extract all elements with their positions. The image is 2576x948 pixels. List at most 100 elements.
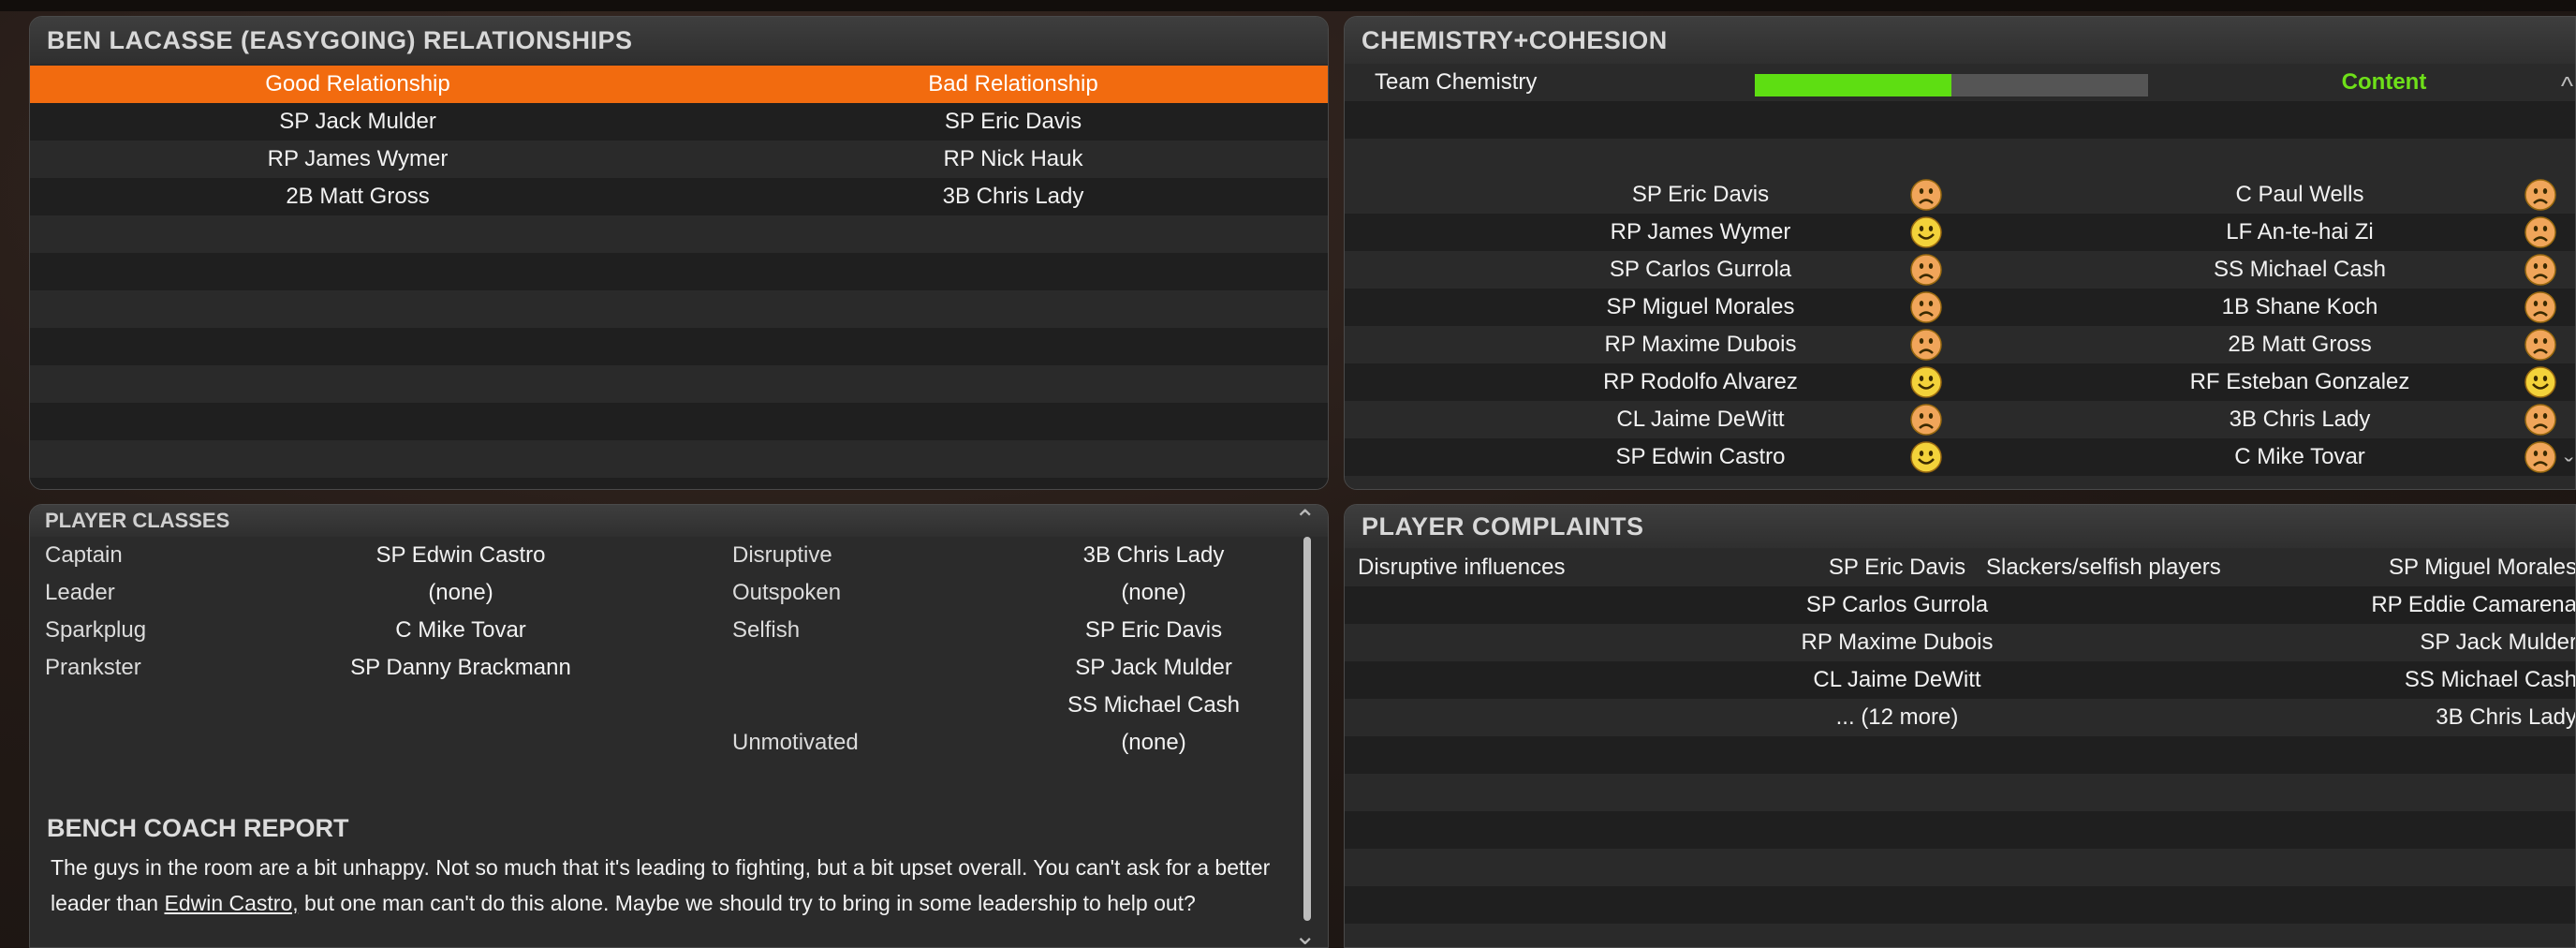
happy-face-icon: [1910, 366, 1942, 398]
bench-coach-report-title: BENCH COACH REPORT: [47, 814, 349, 842]
table-row: [1345, 849, 2575, 886]
table-row: 2B Matt Gross 3B Chris Lady: [30, 178, 1328, 215]
scrollbar-thumb[interactable]: [1303, 537, 1311, 921]
player-class-value[interactable]: SP Danny Brackmann: [273, 649, 648, 687]
table-row: [30, 215, 1328, 253]
chemistry-player-name[interactable]: SP Carlos Gurrola: [1466, 251, 1935, 289]
player-class-label: Leader: [45, 580, 115, 605]
team-chemistry-row: Team Chemistry Content: [1345, 64, 2575, 101]
chemistry-player-name[interactable]: SP Edwin Castro: [1466, 438, 1935, 476]
chemistry-player-name[interactable]: RF Esteban Gonzalez: [2066, 363, 2534, 401]
sad-face-icon: [1910, 291, 1942, 323]
scroll-up-chevron-icon[interactable]: ^: [2561, 73, 2573, 99]
chemistry-player-name[interactable]: 3B Chris Lady: [2066, 401, 2534, 438]
table-row: RP James Wymer LF An-te-hai Zi: [1345, 214, 2575, 251]
chemistry-player-name[interactable]: SP Miguel Morales: [1466, 289, 1935, 326]
slacker-player[interactable]: SP Jack Mulder: [2347, 624, 2575, 661]
player-class-value[interactable]: SS Michael Cash: [966, 687, 1328, 724]
chemistry-player-name[interactable]: RP Maxime Dubois: [1466, 326, 1935, 363]
team-chemistry-bar-fill: [1755, 74, 1951, 96]
disruptive-player[interactable]: CL Jaime DeWitt: [1710, 661, 2084, 699]
chemistry-player-name[interactable]: LF An-te-hai Zi: [2066, 214, 2534, 251]
relationships-header-row: Good Relationship Bad Relationship: [30, 66, 1328, 103]
table-row: [1345, 811, 2575, 849]
chemistry-player-name[interactable]: CL Jaime DeWitt: [1466, 401, 1935, 438]
scroll-down-chevron-icon[interactable]: ⌄: [1294, 923, 1316, 948]
slacker-player[interactable]: 3B Chris Lady: [2347, 699, 2575, 736]
chemistry-player-name[interactable]: C Mike Tovar: [2066, 438, 2534, 476]
team-chemistry-bar: [1755, 74, 2148, 96]
player-class-value[interactable]: 3B Chris Lady: [966, 537, 1328, 574]
bad-relationship-player[interactable]: 3B Chris Lady: [685, 178, 1328, 215]
player-class-value[interactable]: (none): [273, 574, 648, 612]
complaints-table: Disruptive influences Slackers/selfish pl…: [1345, 549, 2575, 947]
player-class-label: Selfish: [732, 617, 801, 643]
player-class-label: Sparkplug: [45, 617, 147, 643]
chemistry-player-name[interactable]: RP Rodolfo Alvarez: [1466, 363, 1935, 401]
player-complaints-panel: PLAYER COMPLAINTS Disruptive influences S…: [1344, 504, 2576, 948]
table-row: RP James Wymer RP Nick Hauk: [30, 141, 1328, 178]
chemistry-player-name[interactable]: 2B Matt Gross: [2066, 326, 2534, 363]
disruptive-player[interactable]: SP Eric Davis: [1710, 549, 2084, 586]
relationships-panel: BEN LACASSE (EASYGOING) RELATIONSHIPS Go…: [29, 16, 1329, 490]
scroll-up-chevron-icon[interactable]: ⌃: [1294, 507, 1316, 533]
slacker-player[interactable]: SS Michael Cash: [2347, 661, 2575, 699]
relationships-table: Good Relationship Bad Relationship SP Ja…: [30, 66, 1328, 489]
chemistry-player-name[interactable]: SP Eric Davis: [1466, 176, 1935, 214]
good-relationship-player[interactable]: SP Jack Mulder: [30, 103, 685, 141]
table-row: CL Jaime DeWitt 3B Chris Lady: [1345, 401, 2575, 438]
table-row: [1345, 774, 2575, 811]
disruptive-player[interactable]: SP Carlos Gurrola: [1710, 586, 2084, 624]
sad-face-icon: [1910, 254, 1942, 286]
table-row: [1345, 886, 2575, 924]
chemistry-player-list: SP Eric Davis C Paul Wells RP James Wymer L…: [1345, 176, 2575, 476]
good-relationship-header[interactable]: Good Relationship: [30, 66, 685, 103]
slacker-player[interactable]: RP Eddie Camarena: [2347, 586, 2575, 624]
slacker-player[interactable]: SP Miguel Morales: [2347, 549, 2575, 586]
disruptive-player[interactable]: RP Maxime Dubois: [1710, 624, 2084, 661]
player-class-label: Outspoken: [732, 580, 842, 605]
table-row: SP Carlos Gurrola SS Michael Cash: [1345, 251, 2575, 289]
table-row: [1345, 736, 2575, 774]
chemistry-title: CHEMISTRY+COHESION: [1345, 17, 2575, 64]
player-class-value[interactable]: C Mike Tovar: [273, 612, 648, 649]
relationships-title: BEN LACASSE (EASYGOING) RELATIONSHIPS: [30, 17, 1328, 64]
player-class-label: Prankster: [45, 655, 141, 680]
table-row: RP Maxime Dubois SP Jack Mulder: [1345, 624, 2575, 661]
sad-face-icon: [2524, 291, 2556, 323]
team-chemistry-status: Content: [2341, 69, 2427, 95]
player-class-label: Disruptive: [732, 542, 832, 568]
player-class-value[interactable]: (none): [966, 724, 1328, 762]
chemistry-panel: CHEMISTRY+COHESION Team Chemistry Conten…: [1344, 16, 2576, 490]
table-row: RP Rodolfo Alvarez RF Esteban Gonzalez: [1345, 363, 2575, 401]
chemistry-player-name[interactable]: SS Michael Cash: [2066, 251, 2534, 289]
scroll-down-chevron-icon[interactable]: ˇ: [2565, 455, 2573, 481]
player-class-value[interactable]: (none): [966, 574, 1328, 612]
chemistry-player-name[interactable]: C Paul Wells: [2066, 176, 2534, 214]
bad-relationship-player[interactable]: SP Eric Davis: [685, 103, 1328, 141]
sad-face-icon: [1910, 404, 1942, 436]
good-relationship-player[interactable]: 2B Matt Gross: [30, 178, 685, 215]
sad-face-icon: [2524, 441, 2556, 473]
disruptive-influences-label: Disruptive influences: [1358, 555, 1566, 580]
player-classes-title: PLAYER CLASSES: [30, 505, 1328, 537]
good-relationship-player[interactable]: RP James Wymer: [30, 141, 685, 178]
table-row: Disruptive influences Slackers/selfish pl…: [1345, 549, 2575, 586]
chemistry-player-name[interactable]: 1B Shane Koch: [2066, 289, 2534, 326]
happy-face-icon: [2524, 366, 2556, 398]
sad-face-icon: [1910, 329, 1942, 361]
table-row: SP Miguel Morales 1B Shane Koch: [1345, 289, 2575, 326]
player-class-value[interactable]: SP Edwin Castro: [273, 537, 648, 574]
bad-relationship-header[interactable]: Bad Relationship: [685, 66, 1328, 103]
table-row: [1345, 476, 2575, 489]
edwin-castro-link[interactable]: Edwin Castro,: [164, 891, 298, 915]
sad-face-icon: [2524, 254, 2556, 286]
chemistry-player-name[interactable]: RP James Wymer: [1466, 214, 1935, 251]
table-row: [1345, 101, 2575, 139]
disruptive-player[interactable]: ... (12 more): [1710, 699, 2084, 736]
player-class-value[interactable]: SP Eric Davis: [966, 612, 1328, 649]
bad-relationship-player[interactable]: RP Nick Hauk: [685, 141, 1328, 178]
player-class-label: Captain: [45, 542, 123, 568]
player-class-value[interactable]: SP Jack Mulder: [966, 649, 1328, 687]
table-row: [30, 365, 1328, 403]
